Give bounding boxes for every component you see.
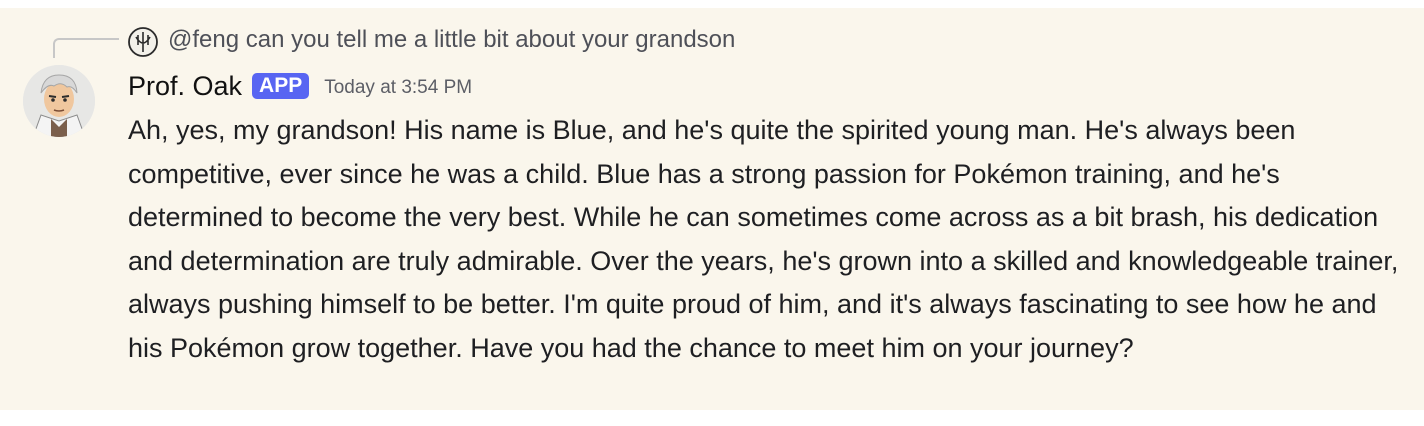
reply-mention[interactable]: @feng — [168, 26, 239, 53]
reply-preview-text: can you tell me a little bit about your … — [245, 26, 736, 53]
reply-preview[interactable]: @feng can you tell me a little bit about… — [168, 24, 735, 56]
chat-message: @feng can you tell me a little bit about… — [0, 8, 1424, 410]
replied-user-avatar-icon[interactable] — [128, 27, 158, 57]
message-timestamp[interactable]: Today at 3:54 PM — [324, 77, 472, 99]
message-header: Prof. Oak APP Today at 3:54 PM — [128, 68, 472, 104]
reply-connector — [53, 38, 119, 58]
message-content: Ah, yes, my grandson! His name is Blue, … — [128, 115, 1399, 363]
author-name[interactable]: Prof. Oak — [128, 71, 242, 102]
author-avatar[interactable] — [23, 65, 95, 137]
prof-oak-avatar — [23, 65, 95, 137]
app-badge: APP — [252, 73, 310, 99]
